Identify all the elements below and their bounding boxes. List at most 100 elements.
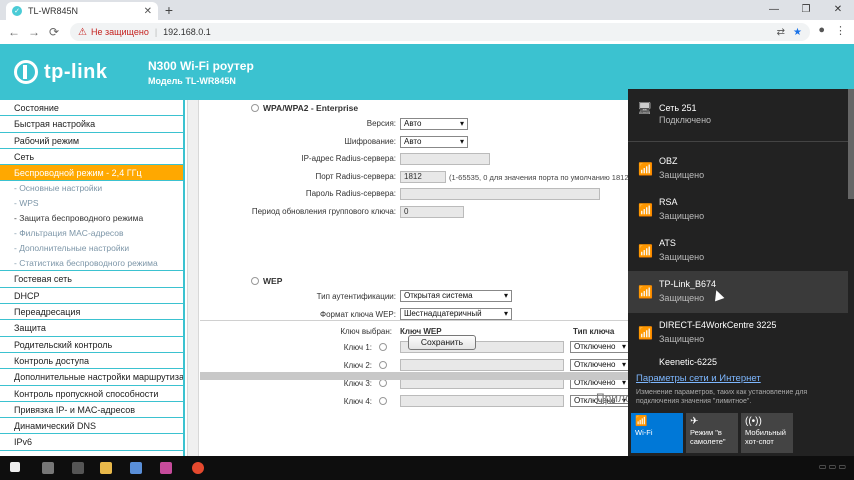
sidebar-sub-advanced[interactable]: - Дополнительные настройки [0, 241, 183, 256]
wifi-signal-icon: 📶 [638, 326, 653, 340]
back-button[interactable]: ← [4, 25, 24, 39]
tplink-logo-icon [14, 60, 38, 84]
sidebar-sub-statistics[interactable]: - Статистика беспроводного режима [0, 256, 183, 272]
wifi-network-item[interactable]: 📶 DIRECT-E4WorkCentre 3225 Защищено [628, 312, 848, 354]
network-name: OBZ [659, 156, 678, 166]
form-separator [200, 320, 628, 321]
sidebar-item-access-control[interactable]: Контроль доступа [0, 353, 183, 370]
flyout-scrollbar[interactable] [848, 89, 854, 199]
sidebar-sub-mac-filter[interactable]: - Фильтрация MAC-адресов [0, 226, 183, 241]
content-overlay: Сохранить Прило [200, 100, 632, 456]
connected-name: Сеть 251 [659, 103, 697, 113]
network-settings-desc: Изменение параметров, таких как установл… [636, 389, 808, 405]
bookmark-star-icon[interactable]: ★ [793, 27, 802, 38]
save-button[interactable]: Сохранить [408, 335, 476, 350]
search-icon[interactable] [42, 462, 54, 474]
wifi-toggle-tile[interactable]: 📶 Wi-Fi [631, 413, 683, 453]
sidebar-item-ip-mac[interactable]: Привязка IP- и MAC-адресов [0, 402, 183, 419]
chrome-icon[interactable] [192, 462, 204, 474]
network-status: Защищено [659, 211, 705, 221]
sidebar-sub-security[interactable]: - Защита беспроводного режима [0, 211, 183, 226]
sidebar-sub-wps[interactable]: - WPS [0, 196, 183, 211]
sidebar-item-network[interactable]: Сеть [0, 149, 183, 166]
task-view-icon[interactable] [72, 462, 84, 474]
taskbar-app-icon[interactable] [160, 462, 172, 474]
sidebar-item-parental[interactable]: Родительский контроль [0, 337, 183, 353]
taskbar-app-icon[interactable] [130, 462, 142, 474]
warning-icon[interactable]: ⚠ [78, 27, 87, 38]
start-icon[interactable] [10, 462, 20, 472]
tplink-favicon-icon: ✓ [12, 6, 22, 16]
network-name: DIRECT-E4WorkCentre 3225 [659, 320, 777, 330]
network-status: Защищено [659, 252, 705, 262]
close-window-button[interactable]: ✕ [824, 2, 852, 18]
wifi-flyout: 🖥 Сеть 251 Подключено 📶 OBZ Защищено 📶 R… [628, 89, 854, 456]
address-toolbar: ← → ⟳ ⚠ Не защищено | 192.168.0.1 ⇄ ★ ● … [0, 20, 854, 44]
sidebar-item-wireless[interactable]: Беспроводной режим - 2,4 ГГц [0, 165, 183, 182]
maximize-button[interactable]: ❐ [792, 2, 820, 18]
menu-dots-icon[interactable]: ⋮ [835, 24, 846, 37]
ethernet-icon: 🖥 [637, 101, 653, 115]
omnibox[interactable]: ⚠ Не защищено | 192.168.0.1 ⇄ ★ [70, 23, 810, 41]
router-model: Модель TL-WR845N [148, 76, 236, 86]
wifi-signal-icon: 📶 [638, 285, 653, 299]
wifi-signal-icon: 📶 [638, 203, 653, 217]
wifi-signal-icon: 📶 [638, 162, 653, 176]
sidebar-item-quick-setup[interactable]: Быстрая настройка [0, 116, 183, 133]
network-status: Защищено [659, 170, 705, 180]
sidebar-item-dhcp[interactable]: DHCP [0, 288, 183, 305]
windows-taskbar: ▭ ▭ ▭ [0, 456, 854, 480]
network-settings-link[interactable]: Параметры сети и Интернет [636, 373, 761, 384]
flyout-separator [628, 141, 854, 142]
security-status[interactable]: Не защищено [91, 27, 149, 37]
network-status: Защищено [659, 293, 705, 303]
tplink-logo: tp-link [14, 60, 108, 84]
network-name: TP-Link_B674 [659, 279, 717, 289]
horizontal-scrollbar[interactable] [200, 372, 628, 380]
sidebar-item-forwarding[interactable]: Переадресация [0, 304, 183, 321]
network-name: ATS [659, 238, 676, 248]
tab-close-icon[interactable]: ✕ [144, 6, 152, 17]
minimize-button[interactable]: — [760, 2, 788, 18]
sidebar-item-ddns[interactable]: Динамический DNS [0, 418, 183, 435]
wifi-network-item[interactable]: 📶 ATS Защищено [628, 230, 848, 272]
system-tray[interactable]: ▭ ▭ ▭ [819, 462, 846, 471]
airplane-mode-tile[interactable]: ✈ Режим "в самолете" [686, 413, 738, 453]
airplane-icon: ✈ [690, 416, 699, 427]
mobile-hotspot-tile[interactable]: ((•)) Мобильный хот-спот [741, 413, 793, 453]
sidebar-item-routing[interactable]: Дополнительные настройки маршрутизации [0, 369, 183, 386]
translate-icon[interactable]: ⇄ [777, 27, 785, 38]
network-name: Keenetic-6225 [659, 357, 718, 365]
omnibox-separator: | [154, 27, 158, 37]
network-name: RSA [659, 197, 678, 207]
hotspot-icon: ((•)) [745, 416, 762, 427]
sidebar-item-guest[interactable]: Гостевая сеть [0, 271, 183, 288]
url-text[interactable]: 192.168.0.1 [163, 27, 211, 37]
sidebar-item-operation-mode[interactable]: Рабочий режим [0, 133, 183, 149]
app-link[interactable]: Прило [596, 391, 632, 405]
connected-status: Подключено [659, 115, 712, 125]
panel-divider [187, 100, 199, 456]
sidebar-menu: Состояние Быстрая настройка Рабочий режи… [0, 100, 185, 456]
wifi-network-item[interactable]: 📶 RSA Защищено [628, 189, 848, 231]
wifi-network-item[interactable]: 📶 TP-Link_B674 Защищено [628, 271, 848, 313]
sidebar-item-ipv6[interactable]: IPv6 [0, 434, 183, 451]
sidebar-item-protection[interactable]: Защита [0, 320, 183, 337]
browser-tab[interactable]: ✓ TL-WR845N ✕ [6, 2, 158, 20]
reload-button[interactable]: ⟳ [44, 25, 64, 39]
sidebar-item-bandwidth[interactable]: Контроль пропускной способности [0, 386, 183, 402]
profile-icon[interactable]: ● [818, 24, 825, 37]
new-tab-button[interactable]: + [160, 2, 178, 18]
sidebar-sub-basic[interactable]: - Основные настройки [0, 181, 183, 196]
sidebar-item-status[interactable]: Состояние [0, 100, 183, 117]
network-status: Защищено [659, 334, 705, 344]
wifi-signal-icon: 📶 [638, 244, 653, 258]
explorer-icon[interactable] [100, 462, 112, 474]
forward-button[interactable]: → [24, 25, 44, 39]
wifi-network-item[interactable]: Keenetic-6225 [628, 353, 848, 365]
logo-text: tp-link [44, 60, 108, 83]
wifi-connected-network[interactable]: 🖥 Сеть 251 Подключено [628, 89, 848, 131]
tile-label: Мобильный хот-спот [745, 428, 786, 446]
wifi-network-item[interactable]: 📶 OBZ Защищено [628, 148, 848, 190]
tab-title: TL-WR845N [28, 6, 79, 16]
